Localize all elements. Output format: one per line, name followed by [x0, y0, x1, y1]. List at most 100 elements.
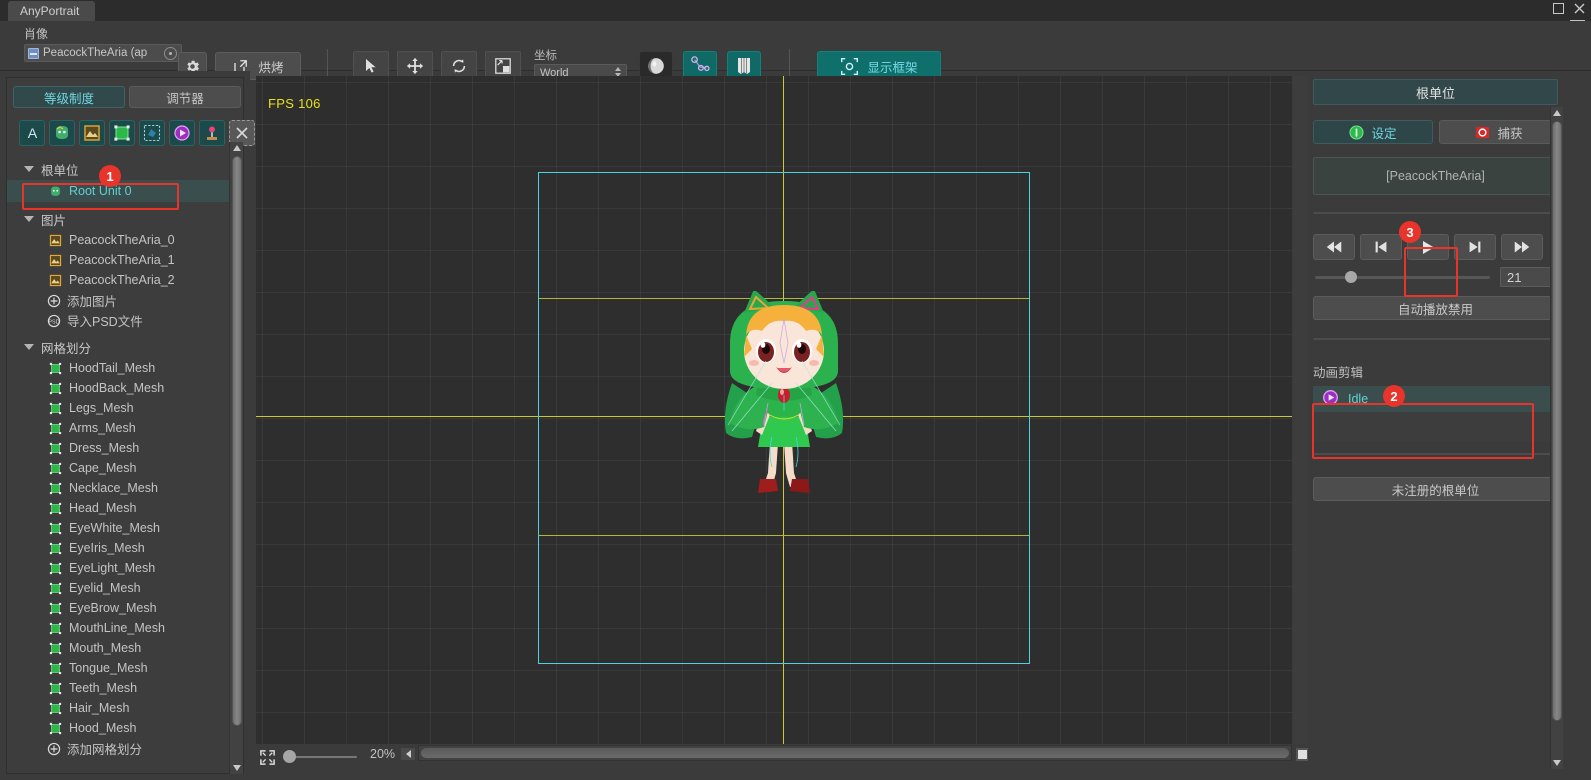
- list-item[interactable]: Mouth_Mesh: [7, 638, 243, 658]
- list-item-label: PeacockTheAria_2: [69, 273, 175, 287]
- list-item[interactable]: EyeBrow_Mesh: [7, 598, 243, 618]
- scrollbar-thumb[interactable]: [421, 748, 1289, 758]
- list-item[interactable]: PeacockTheAria_0: [7, 230, 243, 250]
- list-item[interactable]: Tongue_Mesh: [7, 658, 243, 678]
- tab-hierarchy[interactable]: 等级制度: [13, 86, 125, 108]
- list-item[interactable]: Cape_Mesh: [7, 458, 243, 478]
- mesh-icon: [49, 502, 62, 515]
- object-picker-icon[interactable]: [164, 47, 177, 60]
- rotate-icon: [452, 59, 466, 73]
- root-unit-row[interactable]: Root Unit 0: [7, 180, 243, 202]
- tab-modifier[interactable]: 调节器: [129, 86, 241, 108]
- show-frame-label: 显示框架: [867, 60, 918, 75]
- list-item[interactable]: Head_Mesh: [7, 498, 243, 518]
- image-icon[interactable]: [79, 120, 105, 146]
- previous-frame-button[interactable]: [1360, 234, 1402, 260]
- mesh-icon: [49, 602, 62, 615]
- list-item[interactable]: Dress_Mesh: [7, 438, 243, 458]
- right-panel-scrollbar[interactable]: [1550, 107, 1563, 769]
- scroll-down-icon[interactable]: [1553, 760, 1561, 766]
- mesh-icon: [49, 462, 62, 475]
- plus-circle-icon: [47, 742, 61, 755]
- go-to-start-button[interactable]: [1313, 234, 1355, 260]
- canvas-horizontal-scrollbar[interactable]: [418, 745, 1292, 761]
- animation-icon[interactable]: [169, 120, 195, 146]
- mesh-icon: [49, 422, 62, 435]
- add-image-row[interactable]: 添加图片: [7, 290, 243, 310]
- list-item[interactable]: Teeth_Mesh: [7, 678, 243, 698]
- list-item[interactable]: HoodBack_Mesh: [7, 378, 243, 398]
- chevron-down-icon: [24, 344, 34, 350]
- frame-slider-track[interactable]: [1315, 276, 1490, 279]
- viewport-canvas[interactable]: FPS 106: [256, 76, 1292, 744]
- list-item[interactable]: Hair_Mesh: [7, 698, 243, 718]
- scrollbar-thumb[interactable]: [232, 156, 242, 726]
- tab-capture[interactable]: 捕获: [1439, 120, 1559, 144]
- next-frame-button[interactable]: [1454, 234, 1496, 260]
- portrait-object-field[interactable]: PeacockTheAria (ap: [24, 44, 182, 62]
- list-item[interactable]: Arms_Mesh: [7, 418, 243, 438]
- list-item-label: MouthLine_Mesh: [69, 621, 165, 635]
- list-item[interactable]: Legs_Mesh: [7, 398, 243, 418]
- canvas-vertical-scrollbar[interactable]: [1293, 76, 1307, 744]
- scroll-up-icon[interactable]: [1553, 110, 1561, 116]
- asset-icon: [28, 47, 39, 59]
- camera-frame-icon: [841, 57, 859, 75]
- add-mesh-row[interactable]: 添加网格划分: [7, 738, 243, 758]
- transport-controls: [1313, 234, 1563, 260]
- list-item[interactable]: HoodTail_Mesh: [7, 358, 243, 378]
- list-item[interactable]: MouthLine_Mesh: [7, 618, 243, 638]
- go-to-end-button[interactable]: [1501, 234, 1543, 260]
- tree-group-images[interactable]: 图片: [7, 208, 243, 230]
- mesh-icon: [49, 542, 62, 555]
- list-item[interactable]: Necklace_Mesh: [7, 478, 243, 498]
- list-item[interactable]: PeacockTheAria_2: [7, 270, 243, 290]
- mesh-icon: [49, 682, 62, 695]
- left-panel: 等级制度 调节器 A 根单位 Root Unit 0 图片 PeacockThe…: [0, 71, 255, 780]
- list-item-label: EyeLight_Mesh: [69, 561, 156, 575]
- close-icon[interactable]: [1574, 3, 1585, 14]
- tree-group-root-units[interactable]: 根单位: [7, 158, 243, 180]
- sphere-icon: [648, 58, 664, 74]
- list-item[interactable]: EyeLight_Mesh: [7, 558, 243, 578]
- list-item[interactable]: Hood_Mesh: [7, 718, 243, 738]
- mesh-icon[interactable]: [109, 120, 135, 146]
- tree-group-label: 图片: [41, 213, 67, 228]
- right-panel-title: 根单位: [1313, 79, 1558, 105]
- mesh-icon: [49, 582, 62, 595]
- list-item-label: Hair_Mesh: [69, 701, 130, 715]
- mesh-icon: [49, 642, 62, 655]
- window-tab[interactable]: AnyPortrait: [8, 1, 96, 21]
- list-item[interactable]: PeacockTheAria_1: [7, 250, 243, 270]
- import-psd-row[interactable]: PSD 导入PSD文件: [7, 310, 243, 330]
- character-icon[interactable]: [49, 120, 75, 146]
- autoplay-toggle-button[interactable]: 自动播放禁用: [1313, 296, 1558, 320]
- root-unit-icon: [49, 185, 62, 198]
- frame-slider-handle[interactable]: [1345, 271, 1357, 283]
- list-item[interactable]: Eyelid_Mesh: [7, 578, 243, 598]
- right-panel-segments: 设定 捕获: [1313, 120, 1563, 144]
- text-tool-icon[interactable]: A: [19, 120, 45, 146]
- scroll-down-icon[interactable]: [233, 765, 241, 771]
- zoom-slider[interactable]: [283, 750, 361, 763]
- control-param-icon[interactable]: [199, 120, 225, 146]
- left-panel-icon-row: A: [19, 120, 255, 146]
- left-panel-scrollbar[interactable]: [229, 142, 243, 774]
- scroll-left-icon[interactable]: [401, 748, 415, 760]
- unregistered-root-units-button[interactable]: 未注册的根单位: [1313, 477, 1558, 501]
- tab-settings[interactable]: 设定: [1313, 120, 1433, 144]
- scroll-up-icon[interactable]: [233, 145, 241, 151]
- maximize-icon[interactable]: [1553, 3, 1564, 14]
- list-item-label: Head_Mesh: [69, 501, 137, 515]
- portrait-label: 肖像: [24, 27, 49, 41]
- scrollbar-thumb[interactable]: [1552, 121, 1562, 721]
- tree-group-meshes[interactable]: 网格划分: [7, 336, 243, 358]
- list-item[interactable]: EyeWhite_Mesh: [7, 518, 243, 538]
- right-panel-body: 根单位 设定 捕获 [PeacockTheAria] 21 自动播放禁用 动画剪…: [1313, 79, 1563, 769]
- fit-to-screen-icon[interactable]: [259, 749, 276, 766]
- zoom-slider-handle[interactable]: [283, 750, 296, 763]
- animation-clip-idle[interactable]: Idle: [1313, 386, 1558, 412]
- list-item[interactable]: EyeIris_Mesh: [7, 538, 243, 558]
- mesh-icon: [49, 442, 62, 455]
- mesh-group-icon[interactable]: [139, 120, 165, 146]
